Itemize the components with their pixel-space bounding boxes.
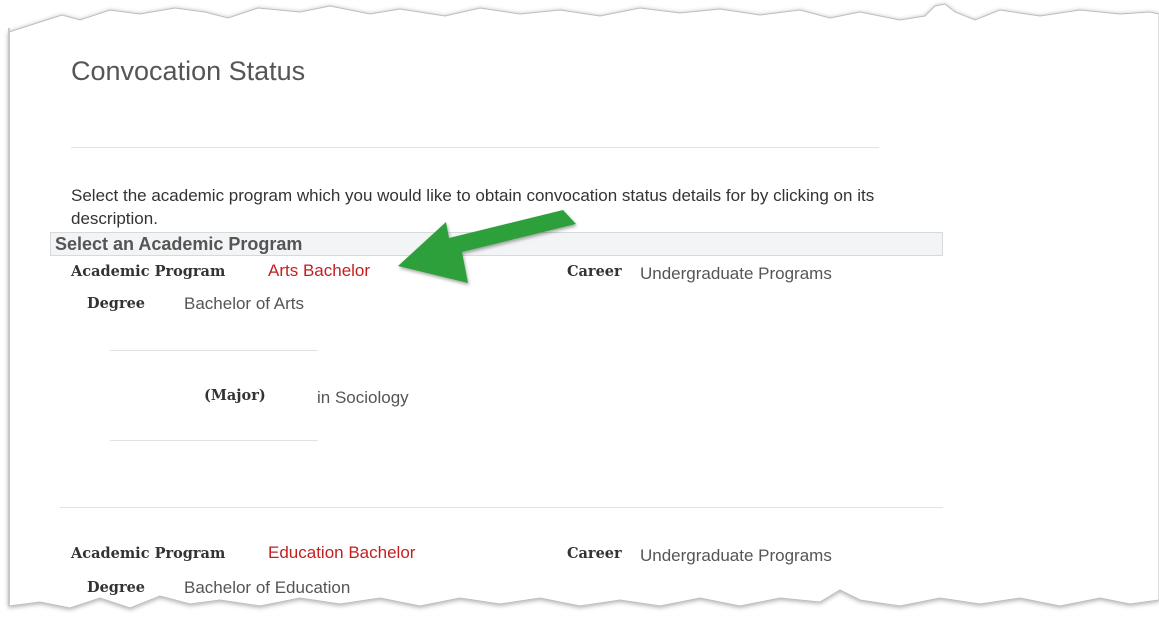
green-arrow-icon [398,210,576,283]
